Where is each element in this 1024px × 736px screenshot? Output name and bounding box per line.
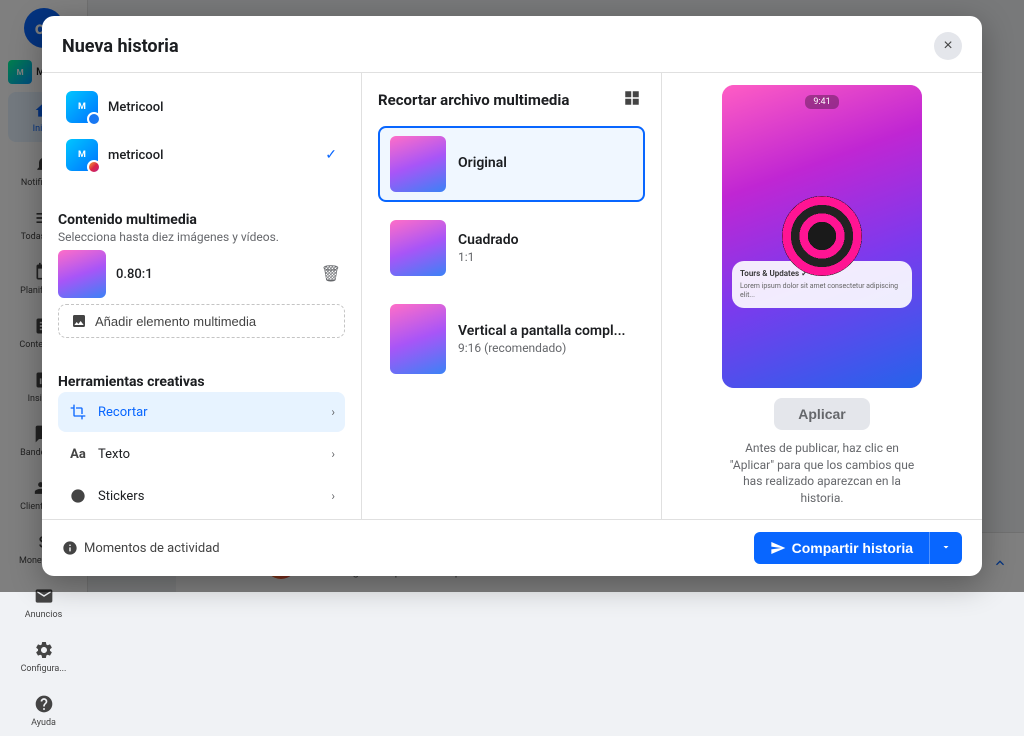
share-story-label: Compartir historia [792,540,913,556]
check-icon: ✓ [325,147,337,163]
crop-icon [68,402,88,422]
crop-thumb-vertical [390,304,446,374]
media-section-subtitle: Selecciona hasta diez imágenes y vídeos. [58,230,345,244]
account-item-ig[interactable]: M metricool ✓ [58,133,345,177]
crop-option-cuadrado-name: Cuadrado [458,232,519,248]
activity-label: Momentos de actividad [62,540,220,556]
preview-image: 9:41 Tours & Updates ✓ Lorem ipsum dolor… [722,85,922,388]
crop-option-original-name: Original [458,155,507,171]
image-icon [71,313,87,329]
chevron-right-icon-texto: › [331,447,335,461]
sidebar-item-configuracion[interactable]: Configura... [8,632,80,682]
crop-option-cuadrado-info: Cuadrado 1:1 [458,232,519,264]
add-media-button[interactable]: Añadir elemento multimedia [58,304,345,338]
chevron-down-icon [940,541,952,553]
share-btn-group: Compartir historia [754,532,962,564]
crop-option-vertical-info: Vertical a pantalla compl... 9:16 (recom… [458,323,626,355]
tool-texto-label: Texto [98,447,321,462]
modal-close-button[interactable]: × [934,32,962,60]
modal-footer: Momentos de actividad Compartir historia [42,519,982,576]
tool-item-texto[interactable]: Aa Texto › [58,434,345,474]
chevron-right-icon-recortar: › [331,405,335,419]
media-section: Contenido multimedia Selecciona hasta di… [58,209,345,338]
chevron-right-icon-stickers: › [331,489,335,503]
text-icon: Aa [68,444,88,464]
add-media-label: Añadir elemento multimedia [95,314,256,329]
share-story-button[interactable]: Compartir historia [754,532,929,564]
creative-tools-title: Herramientas creativas [58,374,345,390]
media-ratio: 0.80:1 [116,267,153,282]
grid-icon [623,89,641,107]
tool-recortar-label: Recortar [98,405,321,420]
modal-overlay: Nueva historia × M Metricool [0,0,1024,592]
tool-item-stickers[interactable]: Stickers › [58,476,345,516]
sidebar-item-ayuda[interactable]: Ayuda [8,686,80,736]
account-name-fb: Metricool [108,100,163,115]
modal-body: M Metricool M metricool ✓ [42,73,982,519]
info-icon [62,540,78,556]
send-icon [770,540,786,556]
nueva-historia-modal: Nueva historia × M Metricool [42,16,982,576]
sidebar-item-configuracion-label: Configura... [21,664,67,674]
crop-option-vertical-ratio: 9:16 (recomendado) [458,341,626,355]
account-name-ig: metricool [108,148,163,163]
sidebar-item-ayuda-label: Ayuda [31,718,56,728]
media-section-title: Contenido multimedia [58,212,197,228]
creative-tools-section: Herramientas creativas Recortar › Aa [58,370,345,516]
modal-header: Nueva historia × [42,16,982,73]
account-avatar-ig: M [66,139,98,171]
sidebar-bottom: Configura... Ayuda [0,632,87,736]
apply-button[interactable]: Aplicar [774,398,869,430]
account-item-fb[interactable]: M Metricool [58,85,345,129]
crop-option-cuadrado[interactable]: Cuadrado 1:1 [378,210,645,286]
crop-thumb-original [390,136,446,192]
account-selector: M Metricool M metricool ✓ [58,85,345,177]
delete-media-button[interactable]: 🗑 [317,260,345,288]
media-thumbnail [58,250,106,298]
preview-note: Antes de publicar, haz clic en "Aplicar"… [722,440,922,507]
crop-layout-toggle[interactable] [619,85,645,114]
crop-option-original[interactable]: Original [378,126,645,202]
tool-stickers-label: Stickers [98,489,321,504]
tool-item-recortar[interactable]: Recortar › [58,392,345,432]
ig-badge [87,160,101,174]
crop-thumb-cuadrado [390,220,446,276]
activity-text: Momentos de actividad [84,541,220,556]
sidebar-item-anuncios-label: Anuncios [25,610,62,620]
stickers-icon [68,486,88,506]
crop-option-vertical-name: Vertical a pantalla compl... [458,323,626,339]
modal-title: Nueva historia [62,36,179,57]
crop-option-vertical[interactable]: Vertical a pantalla compl... 9:16 (recom… [378,294,645,384]
modal-middle-panel: Recortar archivo multimedia Original [362,73,662,519]
crop-panel-title: Recortar archivo multimedia [378,91,569,109]
media-thumbnail-row: 0.80:1 🗑 [58,244,345,304]
modal-right-panel: 9:41 Tours & Updates ✓ Lorem ipsum dolor… [662,73,982,519]
account-avatar-fb: M [66,91,98,123]
crop-header: Recortar archivo multimedia [378,85,645,114]
modal-left-panel: M Metricool M metricool ✓ [42,73,362,519]
crop-option-original-info: Original [458,155,507,173]
crop-option-cuadrado-ratio: 1:1 [458,250,519,264]
share-dropdown-button[interactable] [929,532,962,564]
fb-badge [87,112,101,126]
